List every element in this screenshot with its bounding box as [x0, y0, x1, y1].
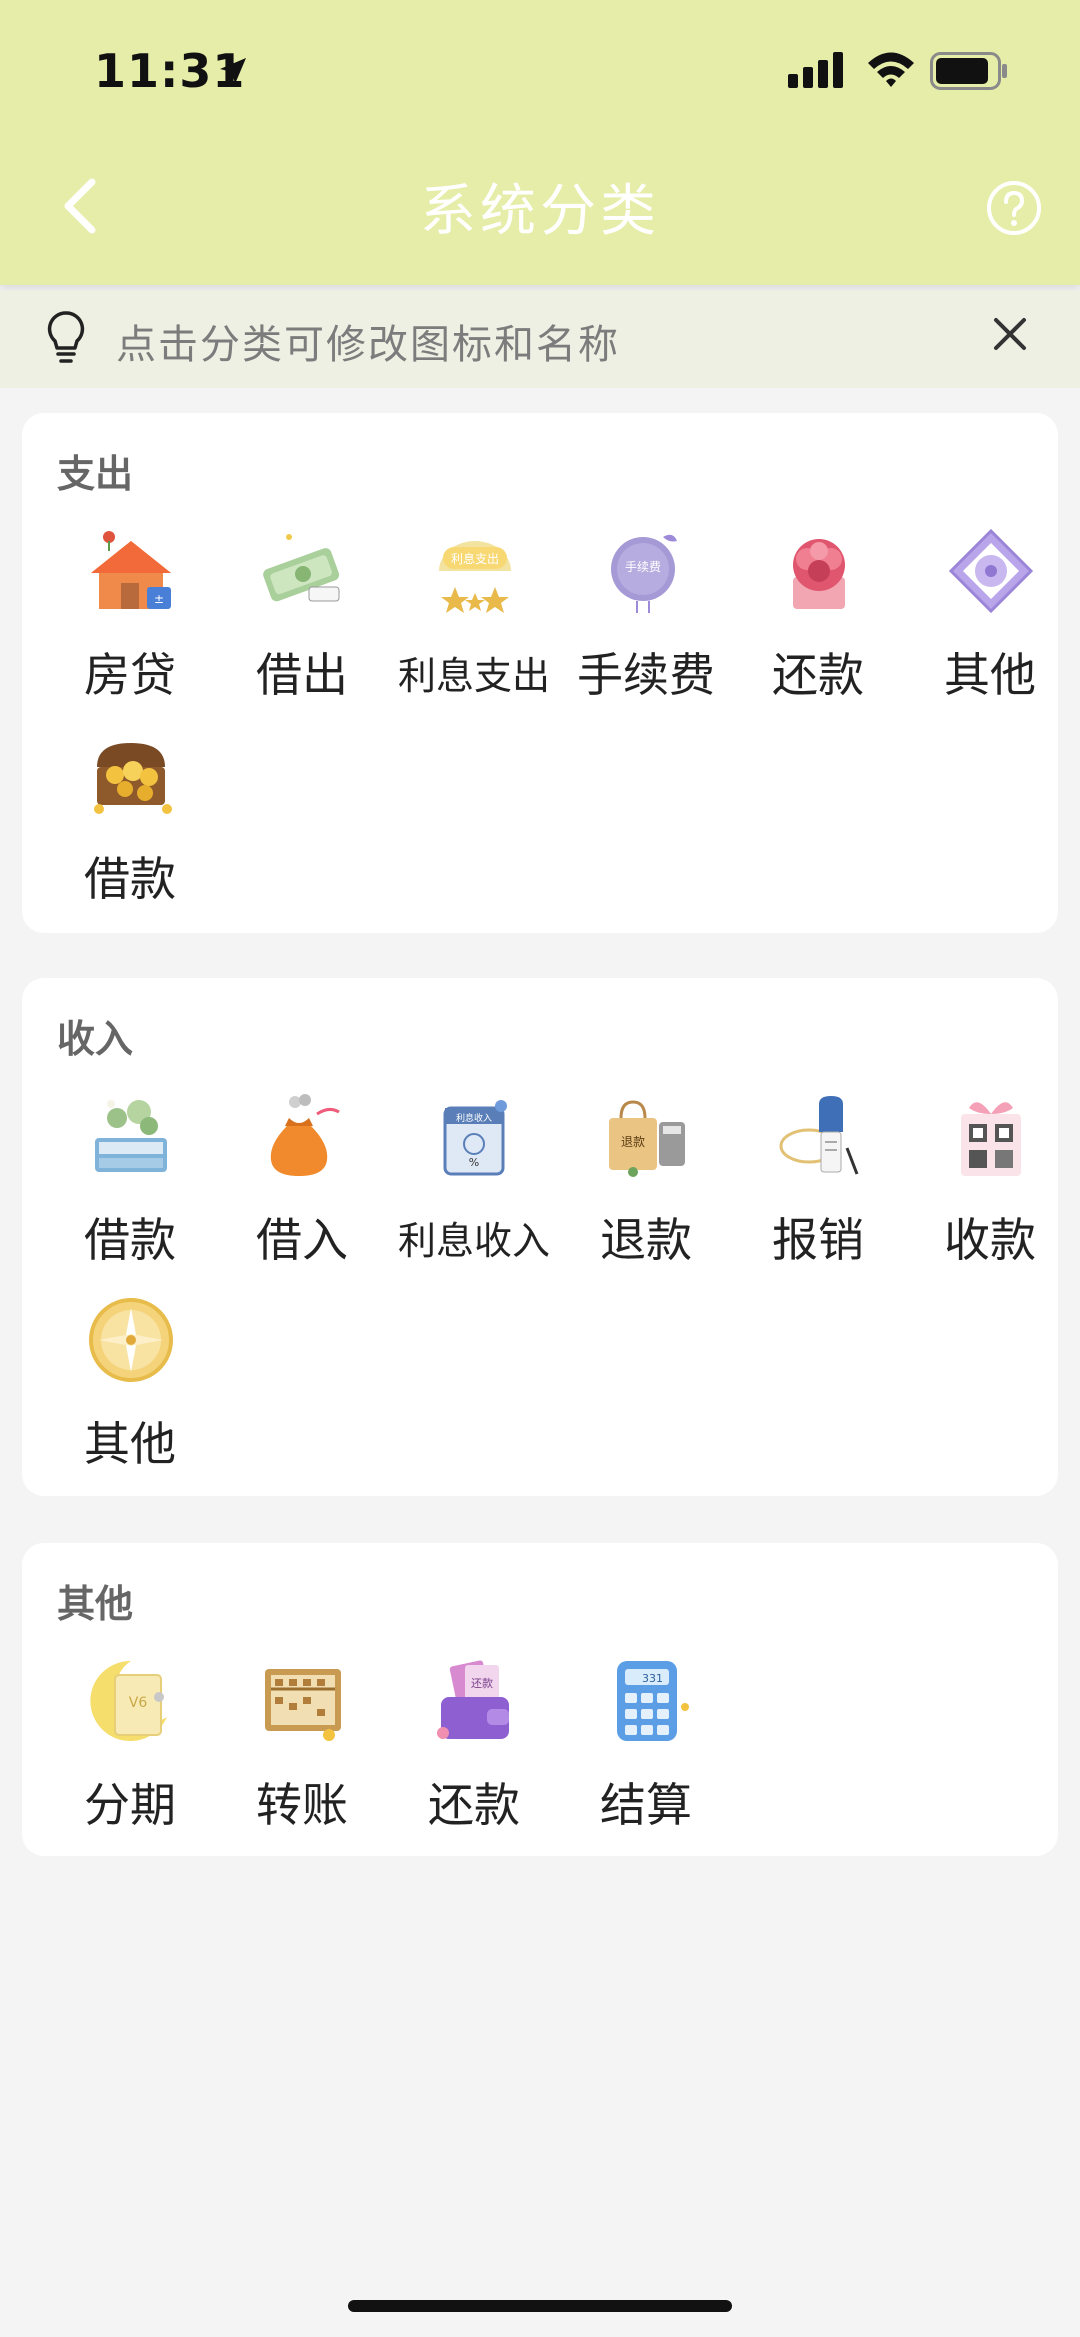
- category-label: 还款: [428, 1778, 520, 1832]
- cellular-signal-icon: [788, 52, 843, 88]
- category-item-loan-income[interactable]: 借款: [44, 1092, 216, 1292]
- category-item-borrow-in[interactable]: 借入: [216, 1092, 388, 1292]
- tip-text: 点击分类可修改图标和名称: [116, 322, 620, 368]
- category-label: 收款: [944, 1213, 1036, 1267]
- category-item-lend-out[interactable]: 借出: [216, 527, 388, 727]
- fee-tag-icon: 手续费: [611, 534, 677, 613]
- location-arrow-icon: [220, 58, 246, 84]
- money-bag-icon: [270, 1094, 340, 1176]
- section-title: 支出: [57, 452, 134, 496]
- category-label: 借出: [256, 648, 348, 702]
- flower-gift-icon: [793, 539, 845, 609]
- income-section-card: 收入 借款 借入 利息收入 % 利息收入 退款 退款 报销 收款 其他: [22, 978, 1058, 1496]
- svg-text:还款: 还款: [471, 1676, 493, 1690]
- category-label: 报销: [772, 1213, 864, 1267]
- category-label: 借款: [84, 1213, 176, 1267]
- calculator-icon: 331: [617, 1661, 689, 1741]
- category-item-installment[interactable]: V6 分期: [44, 1657, 216, 1857]
- other-section-card: 其他 V6 分期 转账 还款 还款 331 结算: [22, 1543, 1058, 1856]
- book-plant-icon: [95, 1100, 167, 1172]
- category-label: 其他: [84, 1417, 176, 1471]
- wallet-icon: 还款: [437, 1660, 509, 1739]
- category-label: 还款: [772, 648, 864, 702]
- category-item-collect[interactable]: 收款: [904, 1092, 1076, 1292]
- svg-text:利息支出: 利息支出: [451, 551, 499, 566]
- category-item-other-income[interactable]: 其他: [44, 1296, 216, 1496]
- category-item-fee[interactable]: 手续费 手续费: [560, 527, 732, 727]
- moon-card-icon: V6: [90, 1660, 167, 1741]
- battery-icon: [930, 52, 1007, 90]
- category-item-mortgage[interactable]: ± 房贷: [44, 527, 216, 727]
- nav-header: 11:31 系统分类: [0, 0, 1080, 285]
- category-label: 利息收入: [397, 1219, 550, 1263]
- home-indicator[interactable]: [348, 2300, 732, 2312]
- category-label: 利息支出: [397, 654, 550, 698]
- category-item-interest-expense[interactable]: 利息支出 利息支出: [388, 527, 560, 727]
- svg-text:±: ±: [154, 592, 164, 606]
- svg-text:331: 331: [642, 1672, 663, 1685]
- category-label: 转账: [256, 1778, 348, 1832]
- category-item-loan-expense[interactable]: 借款: [44, 731, 216, 931]
- svg-text:退款: 退款: [621, 1135, 645, 1149]
- category-item-other-expense[interactable]: 其他: [904, 527, 1076, 727]
- svg-text:%: %: [469, 1156, 479, 1169]
- interest-badge-icon: 利息支出: [439, 541, 511, 613]
- category-label: 分期: [84, 1778, 176, 1832]
- section-title: 其他: [57, 1582, 134, 1626]
- svg-text:手续费: 手续费: [625, 560, 661, 574]
- mailbox-icon: [779, 1096, 859, 1175]
- category-item-repay-other[interactable]: 还款 还款: [388, 1657, 560, 1857]
- svg-text:V6: V6: [129, 1695, 148, 1711]
- category-label: 手续费: [577, 648, 715, 702]
- close-icon[interactable]: [990, 314, 1030, 354]
- money-roll-icon: [263, 534, 340, 602]
- category-label: 房贷: [84, 648, 176, 702]
- category-item-repay[interactable]: 还款: [732, 527, 904, 727]
- category-item-refund[interactable]: 退款 退款: [560, 1092, 732, 1292]
- category-item-transfer[interactable]: 转账: [216, 1657, 388, 1857]
- page-title: 系统分类: [420, 179, 660, 244]
- category-item-interest-income[interactable]: 利息收入 % 利息收入: [388, 1092, 560, 1292]
- category-item-reimburse[interactable]: 报销: [732, 1092, 904, 1292]
- calendar-percent-icon: 利息收入 %: [443, 1100, 507, 1176]
- category-label: 借款: [84, 852, 176, 906]
- shopping-bag-icon: 退款: [609, 1100, 685, 1177]
- lightbulb-icon: [47, 311, 85, 363]
- category-label: 其他: [944, 648, 1036, 702]
- diamond-icon: [948, 528, 1034, 614]
- svg-text:利息收入: 利息收入: [456, 1112, 492, 1124]
- category-item-settle[interactable]: 331 结算: [560, 1657, 732, 1857]
- qr-gift-icon: [961, 1102, 1021, 1176]
- category-label: 借入: [256, 1213, 348, 1267]
- help-circle-icon[interactable]: [986, 180, 1042, 236]
- wifi-icon: [868, 52, 914, 87]
- treasure-chest-icon: [94, 743, 172, 814]
- expense-section-card: 支出 ± 房贷 借出 利息支出 利息支出 手续费 手续费 还款 其他 借款: [22, 413, 1058, 933]
- compass-icon: [89, 1298, 173, 1382]
- category-label: 退款: [600, 1213, 692, 1267]
- section-title: 收入: [57, 1017, 134, 1061]
- tip-bar: 点击分类可修改图标和名称: [0, 290, 1080, 388]
- category-label: 结算: [600, 1778, 692, 1832]
- abacus-icon: [265, 1669, 341, 1741]
- house-icon: ±: [91, 531, 171, 609]
